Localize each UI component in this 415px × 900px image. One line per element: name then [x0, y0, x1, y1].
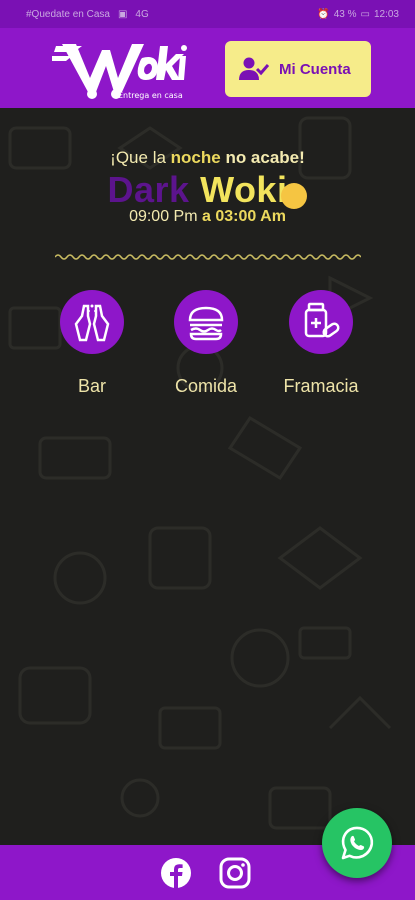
category-comida[interactable]: Comida: [151, 290, 261, 397]
burger-icon: [188, 306, 224, 341]
title-dark: Dark: [107, 169, 190, 210]
hours-end: 03:00 Am: [215, 208, 286, 225]
category-farmacia[interactable]: Framacia: [266, 290, 376, 397]
promo-title: Dark Woki: [0, 170, 415, 210]
battery-icon: ▭: [360, 8, 370, 20]
whatsapp-icon: [341, 826, 374, 860]
sleepy-emoji-icon: [281, 183, 308, 210]
app-header: Entrega en casa Mi Cuenta: [0, 28, 415, 108]
hours-start: 09:00 Pm: [129, 208, 198, 225]
title-woki: Woki: [200, 169, 288, 210]
wavy-divider: [55, 254, 361, 260]
woki-logo[interactable]: Entrega en casa: [52, 34, 190, 100]
alarm-icon: ⏰: [317, 8, 330, 20]
logo-slogan: Entrega en casa: [118, 91, 183, 100]
tagline-end: no acabe!: [220, 148, 305, 167]
user-check-icon: [239, 57, 269, 80]
beer-bottles-icon: [74, 304, 110, 342]
category-farmacia-circle: [289, 290, 353, 354]
promo-tagline: ¡Que la noche no acabe!: [0, 148, 415, 168]
status-bar: #Quedate en Casa ▣ 4G ⏰ 43 % ▭ 12:03: [0, 0, 415, 28]
category-farmacia-label: Framacia: [283, 376, 359, 396]
sim-icon: ▣: [117, 8, 128, 20]
my-account-label: Mi Cuenta: [279, 60, 351, 78]
clock-text: 12:03: [373, 8, 399, 20]
category-comida-label: Comida: [174, 376, 238, 396]
carrier-text: #Quedate en Casa: [26, 8, 110, 20]
network-text: 4G: [135, 8, 149, 20]
category-comida-circle: [174, 290, 238, 354]
promo-hours: 09:00 Pm a 03:00 Am: [0, 208, 415, 226]
instagram-icon[interactable]: [219, 857, 251, 889]
battery-text: 43 %: [333, 8, 357, 20]
dark-woki-promo: ¡Que la noche no acabe! Dark Woki 09:00 …: [0, 148, 415, 226]
facebook-icon[interactable]: [160, 857, 192, 889]
category-bar[interactable]: Bar: [37, 290, 147, 397]
medicine-icon: [304, 302, 340, 338]
whatsapp-button[interactable]: [322, 808, 392, 878]
category-bar-label: Bar: [77, 376, 106, 396]
tagline-highlight: noche: [170, 148, 221, 167]
hours-separator: a: [202, 208, 211, 225]
tagline-start: ¡Que la: [110, 148, 171, 167]
my-account-button[interactable]: Mi Cuenta: [225, 41, 371, 97]
category-bar-circle: [60, 290, 124, 354]
